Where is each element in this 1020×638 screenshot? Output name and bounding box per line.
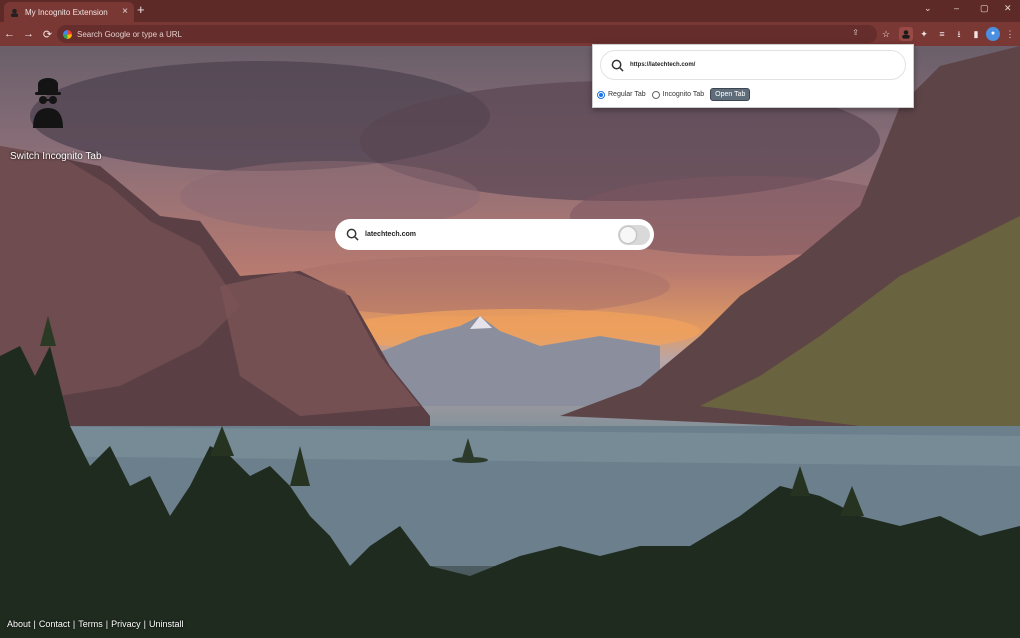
media-icon[interactable]: ≡ (935, 27, 949, 41)
extension-popup: https://latechtech.com/ Regular Tab Inco… (592, 44, 914, 108)
about-link[interactable]: About (7, 619, 31, 629)
tab-title: My Incognito Extension (25, 7, 108, 17)
footer-separator: | (33, 619, 36, 629)
incognito-logo-icon (33, 78, 63, 128)
address-bar[interactable]: Search Google or type a URL ⇪ (57, 25, 877, 43)
incognito-favicon-icon (10, 8, 19, 17)
terms-link[interactable]: Terms (78, 619, 103, 629)
puzzle-icon[interactable]: ✦ (917, 27, 931, 41)
footer-separator: | (72, 619, 76, 629)
regular-tab-radio[interactable] (597, 90, 605, 99)
tab-close-icon[interactable]: × (122, 7, 128, 17)
footer-links: About | Contact | Terms | Privacy | Unin… (7, 619, 186, 629)
url-search-box[interactable]: latechtech.com (335, 219, 654, 250)
background-landscape (0, 46, 1020, 638)
browser-toolbar: ← → ⟳ Search Google or type a URL ⇪ ☆ ✦ … (0, 22, 1020, 46)
landscape-illustration (0, 46, 1020, 638)
open-tab-button[interactable]: Open Tab (710, 88, 751, 101)
popup-url-value[interactable]: https://latechtech.com/ (630, 62, 695, 68)
incognito-tab-radio[interactable] (651, 90, 660, 99)
regular-tab-label: Regular Tab (608, 91, 646, 98)
search-icon (611, 59, 624, 72)
star-icon[interactable]: ☆ (879, 27, 893, 41)
back-icon[interactable]: ← (0, 28, 19, 40)
tab-search-icon[interactable]: ⌄ (924, 3, 932, 14)
maximize-icon[interactable]: ▢ (980, 3, 989, 14)
incognito-extension-icon[interactable] (899, 27, 913, 41)
reload-icon[interactable]: ⟳ (38, 28, 57, 41)
search-icon (346, 228, 359, 241)
minimize-icon[interactable]: – (954, 3, 959, 13)
footer-separator: | (105, 619, 109, 629)
address-placeholder: Search Google or type a URL (77, 29, 182, 39)
avatar-icon[interactable]: ● (986, 27, 1000, 41)
incognito-tab-label: Incognito Tab (662, 91, 705, 98)
contact-link[interactable]: Contact (39, 619, 70, 629)
privacy-link[interactable]: Privacy (111, 619, 141, 629)
sidepanel-icon[interactable]: ▮ (969, 27, 983, 41)
incognito-toggle[interactable] (618, 224, 650, 245)
download-icon[interactable]: ⭳ (952, 27, 966, 41)
google-icon (63, 29, 72, 39)
menu-icon[interactable]: ⋮ (1003, 27, 1017, 41)
search-input[interactable]: latechtech.com (365, 231, 618, 238)
tab-mode-options: Regular Tab Incognito Tab Open Tab (597, 88, 751, 101)
footer-separator: | (143, 619, 146, 629)
forward-icon[interactable]: → (19, 28, 38, 40)
toggle-knob (620, 226, 636, 243)
new-tab-button[interactable]: + (137, 3, 145, 17)
active-tab[interactable]: My Incognito Extension × (4, 2, 134, 22)
switch-incognito-tab-label[interactable]: Switch Incognito Tab (10, 151, 102, 162)
tab-strip: My Incognito Extension × + ⌄ – ▢ ✕ (0, 0, 1020, 22)
uninstall-link[interactable]: Uninstall (149, 619, 184, 629)
popup-url-field[interactable]: https://latechtech.com/ (600, 50, 906, 80)
share-icon[interactable]: ⇪ (852, 28, 869, 37)
close-window-icon[interactable]: ✕ (1004, 3, 1012, 14)
